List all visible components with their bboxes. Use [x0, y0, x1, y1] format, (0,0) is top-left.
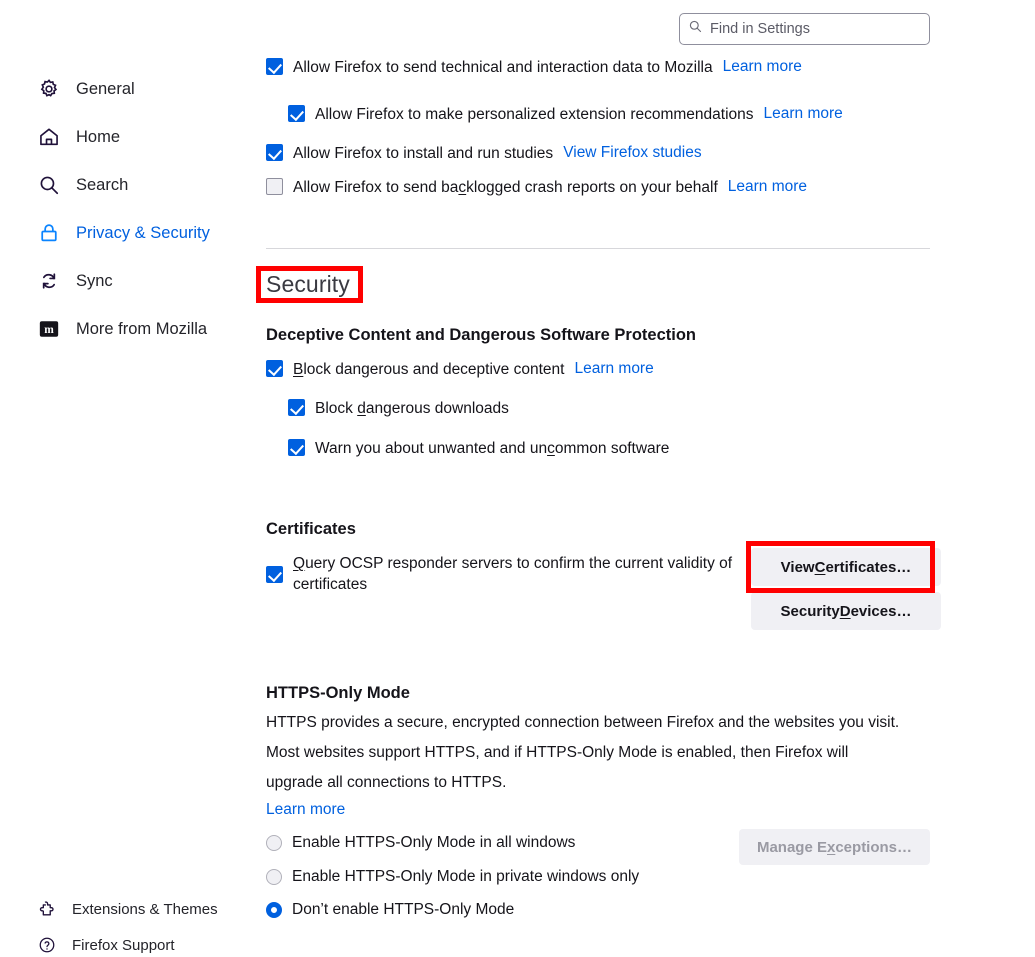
checkbox-studies[interactable]	[266, 144, 283, 161]
checkbox-row-block-dangerous-content[interactable]: Block dangerous and deceptive content Le…	[266, 360, 654, 381]
radio-https-private-windows[interactable]	[266, 869, 282, 886]
mozilla-m-icon: m	[38, 318, 60, 340]
home-icon	[38, 126, 60, 148]
https-only-description: HTTPS provides a secure, encrypted conne…	[266, 708, 946, 798]
sidebar-item-home[interactable]: Home	[38, 121, 120, 153]
sync-icon	[38, 270, 60, 292]
checkbox-label: Allow Firefox to install and run studies	[293, 145, 554, 162]
checkbox-extension-recommendations[interactable]	[288, 105, 305, 122]
heading-https-only-mode: HTTPS-Only Mode	[266, 684, 410, 702]
radio-https-all-windows[interactable]	[266, 835, 282, 852]
checkbox-row-extension-recommendations[interactable]: Allow Firefox to make personalized exten…	[288, 105, 843, 126]
checkbox-technical-data[interactable]	[266, 58, 283, 75]
learn-more-link[interactable]: Learn more	[574, 360, 653, 378]
sidebar-item-sync[interactable]: Sync	[38, 265, 113, 297]
sidebar-item-label: Search	[76, 175, 129, 194]
sidebar-item-label: Firefox Support	[72, 936, 175, 954]
view-certificates-button[interactable]: View Certificates…	[751, 548, 941, 586]
checkbox-row-block-dangerous-downloads[interactable]: Block dangerous downloads	[288, 399, 509, 420]
sidebar-item-label: More from Mozilla	[76, 319, 208, 338]
sidebar: General Home Search Privacy & Security S…	[0, 0, 266, 957]
heading-deceptive-content: Deceptive Content and Dangerous Software…	[266, 326, 696, 344]
view-firefox-studies-link[interactable]: View Firefox studies	[563, 144, 701, 162]
checkbox-label: Warn you about unwanted and uncommon sof…	[315, 440, 670, 457]
sidebar-item-label: Home	[76, 127, 121, 146]
radio-label: Don’t enable HTTPS-Only Mode	[292, 901, 515, 918]
sidebar-item-privacy-security[interactable]: Privacy & Security	[38, 217, 210, 249]
checkbox-query-ocsp[interactable]	[266, 566, 283, 584]
sidebar-item-label: Extensions & Themes	[72, 900, 218, 918]
sidebar-item-firefox-support[interactable]: Firefox Support	[38, 929, 175, 957]
heading-certificates: Certificates	[266, 520, 356, 538]
checkbox-label: Block dangerous and deceptive content	[293, 361, 565, 378]
gear-icon	[38, 78, 60, 100]
https-only-description-line: Most websites support HTTPS, and if HTTP…	[266, 744, 849, 761]
checkbox-warn-uncommon-software[interactable]	[288, 439, 305, 456]
help-circle-icon	[38, 936, 56, 954]
https-only-description-line: upgrade all connections to HTTPS.	[266, 774, 507, 791]
sidebar-item-general[interactable]: General	[38, 73, 135, 105]
checkbox-row-query-ocsp[interactable]: Query OCSP responder servers to confirm …	[266, 554, 746, 596]
learn-more-link[interactable]: Learn more	[764, 105, 843, 123]
sidebar-item-more-from-mozilla[interactable]: m More from Mozilla	[38, 313, 207, 345]
sidebar-item-search[interactable]: Search	[38, 169, 128, 201]
checkbox-label: Allow Firefox to send backlogged crash r…	[293, 179, 718, 196]
sidebar-item-label: Privacy & Security	[76, 223, 210, 242]
page-title-security: Security	[266, 271, 350, 297]
https-only-description-line: HTTPS provides a secure, encrypted conne…	[266, 714, 900, 731]
learn-more-link[interactable]: Learn more	[266, 801, 345, 819]
lock-icon	[38, 222, 60, 244]
security-devices-button[interactable]: Security Devices…	[751, 592, 941, 630]
checkbox-label: Allow Firefox to send technical and inte…	[293, 59, 713, 76]
section-divider	[266, 248, 930, 249]
checkbox-block-dangerous-downloads[interactable]	[288, 399, 305, 416]
checkbox-row-backlogged-crash-reports[interactable]: Allow Firefox to send backlogged crash r…	[266, 178, 807, 199]
learn-more-link[interactable]: Learn more	[728, 178, 807, 196]
radio-label: Enable HTTPS-Only Mode in private window…	[292, 868, 640, 885]
manage-exceptions-button[interactable]: Manage Ex ceptions…	[739, 829, 930, 865]
svg-text:m: m	[44, 324, 54, 336]
extensions-icon	[38, 900, 56, 918]
checkbox-row-technical-data[interactable]: Allow Firefox to send technical and inte…	[266, 58, 802, 78]
radio-https-disabled[interactable]	[266, 902, 282, 919]
checkbox-backlogged-crash-reports[interactable]	[266, 178, 283, 195]
radio-row-https-all-windows[interactable]: Enable HTTPS-Only Mode in all windows	[266, 833, 575, 854]
sidebar-item-label: General	[76, 79, 135, 98]
sidebar-item-extensions-themes[interactable]: Extensions & Themes	[38, 893, 218, 925]
checkbox-block-dangerous-content[interactable]	[266, 360, 283, 377]
checkbox-label: Query OCSP responder servers to confirm …	[293, 555, 733, 593]
radio-row-https-disabled[interactable]: Don’t enable HTTPS-Only Mode	[266, 900, 514, 921]
checkbox-label: Allow Firefox to make personalized exten…	[315, 106, 754, 123]
settings-content: Allow Firefox to send technical and inte…	[266, 0, 1035, 957]
radio-row-https-private-windows[interactable]: Enable HTTPS-Only Mode in private window…	[266, 867, 639, 888]
search-icon	[38, 174, 60, 196]
checkbox-row-studies[interactable]: Allow Firefox to install and run studies…	[266, 144, 702, 165]
learn-more-link[interactable]: Learn more	[723, 58, 802, 76]
checkbox-row-warn-uncommon-software[interactable]: Warn you about unwanted and uncommon sof…	[288, 439, 669, 460]
radio-label: Enable HTTPS-Only Mode in all windows	[292, 834, 576, 851]
sidebar-item-label: Sync	[76, 271, 113, 290]
checkbox-label: Block dangerous downloads	[315, 400, 509, 417]
